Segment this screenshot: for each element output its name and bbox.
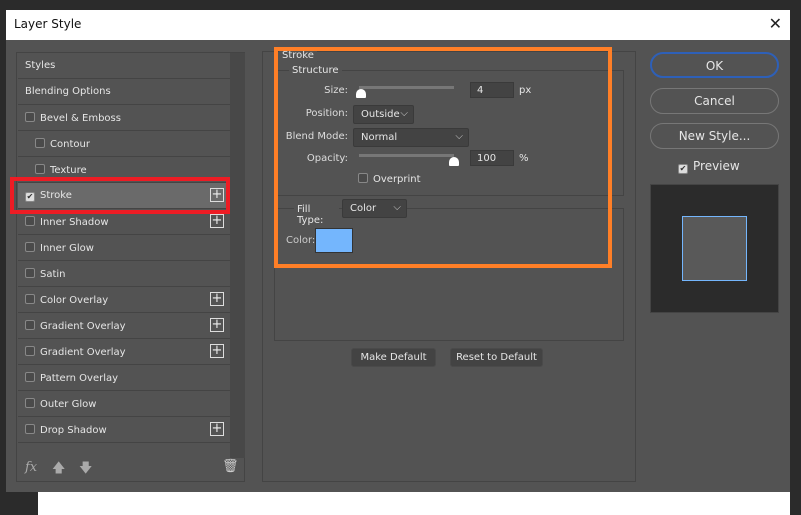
sidebar-item-label: Drop Shadow — [40, 425, 107, 436]
preview-thumbnail — [650, 184, 779, 313]
new-style-button[interactable]: New Style... — [650, 123, 779, 149]
styles-list: Styles Blending Options Bevel & Emboss Cont… — [16, 52, 245, 482]
move-up-icon[interactable]: 🡅 — [52, 459, 65, 481]
sidebar-item-bevel-emboss[interactable]: Bevel & Emboss — [18, 105, 230, 131]
move-down-icon[interactable]: 🡇 — [79, 459, 92, 481]
checkbox[interactable] — [25, 372, 35, 382]
sidebar-item-pattern-overlay[interactable]: Pattern Overlay — [18, 365, 230, 391]
sidebar-item-gradient-overlay[interactable]: Gradient Overlay + — [18, 339, 230, 365]
checkbox[interactable] — [25, 424, 35, 434]
scrollbar[interactable] — [230, 53, 245, 458]
checkbox[interactable] — [25, 294, 35, 304]
sidebar-item-label: Color Overlay — [40, 295, 109, 306]
checkbox[interactable] — [35, 164, 45, 174]
preview-square — [682, 216, 747, 281]
plus-icon[interactable]: + — [210, 422, 224, 436]
sidebar-item-label: Contour — [50, 139, 90, 150]
ok-button[interactable]: OK — [650, 52, 779, 78]
document-canvas — [38, 492, 790, 515]
checkbox[interactable] — [25, 346, 35, 356]
sidebar-item-label: Bevel & Emboss — [40, 113, 121, 124]
sidebar-item-label: Pattern Overlay — [40, 373, 119, 384]
sidebar-item-label: Inner Shadow — [40, 217, 109, 228]
plus-icon[interactable]: + — [210, 214, 224, 228]
sidebar-item-contour[interactable]: Contour — [18, 131, 230, 157]
sidebar-item-blending-options[interactable]: Blending Options — [18, 79, 230, 105]
checkbox[interactable] — [25, 216, 35, 226]
orange-highlight — [274, 47, 612, 268]
sidebar-item-gradient-overlay[interactable]: Gradient Overlay + — [18, 313, 230, 339]
checkbox[interactable] — [35, 138, 45, 148]
checkmark-icon[interactable]: ✔ — [678, 164, 688, 174]
sidebar-item-label: Gradient Overlay — [40, 321, 126, 332]
checkbox[interactable] — [25, 242, 35, 252]
sidebar-item-label: Inner Glow — [40, 243, 94, 254]
plus-icon[interactable]: + — [210, 292, 224, 306]
layer-style-dialog: Layer Style ✕ Styles Blending Options Beve… — [6, 10, 790, 492]
red-highlight — [10, 177, 230, 214]
reset-to-default-button[interactable]: Reset to Default — [450, 348, 543, 367]
sidebar-item-color-overlay[interactable]: Color Overlay + — [18, 287, 230, 313]
title-bar: Layer Style — [6, 10, 790, 40]
fx-icon[interactable]: fx — [25, 460, 37, 475]
sidebar-item-label: Texture — [50, 165, 87, 176]
checkbox[interactable] — [25, 268, 35, 278]
sidebar-item-label: Blending Options — [25, 86, 111, 97]
plus-icon[interactable]: + — [210, 318, 224, 332]
cancel-button[interactable]: Cancel — [650, 88, 779, 114]
trash-icon[interactable]: 🗑 — [222, 459, 239, 474]
preview-checkbox[interactable]: ✔ Preview — [678, 159, 740, 174]
sidebar-item-label: Satin — [40, 269, 66, 280]
checkbox[interactable] — [25, 398, 35, 408]
sidebar-item-drop-shadow[interactable]: Drop Shadow + — [18, 417, 230, 443]
make-default-button[interactable]: Make Default — [351, 348, 436, 367]
checkbox[interactable] — [25, 320, 35, 330]
plus-icon[interactable]: + — [210, 344, 224, 358]
sidebar-item-outer-glow[interactable]: Outer Glow — [18, 391, 230, 417]
sidebar-item-label: Styles — [25, 60, 56, 71]
preview-label: Preview — [693, 159, 740, 173]
sidebar-item-label: Gradient Overlay — [40, 347, 126, 358]
close-icon[interactable]: ✕ — [769, 14, 782, 33]
sidebar-item-satin[interactable]: Satin — [18, 261, 230, 287]
dialog-title: Layer Style — [14, 17, 82, 31]
sidebar-item-label: Outer Glow — [40, 399, 97, 410]
checkbox[interactable] — [25, 112, 35, 122]
sidebar-item-inner-glow[interactable]: Inner Glow — [18, 235, 230, 261]
sidebar-item-styles[interactable]: Styles — [18, 53, 230, 79]
